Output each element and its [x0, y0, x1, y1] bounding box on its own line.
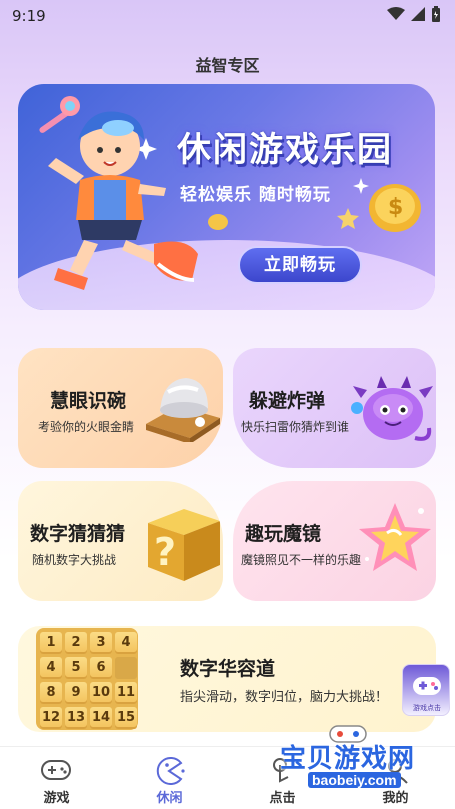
game-card-bomb[interactable]: 躲避炸弹 快乐扫雷你猜炸到谁 — [233, 348, 436, 468]
status-bar: 9:19 — [0, 0, 455, 36]
puzzle-tile: 13 — [65, 707, 87, 729]
puzzle-tile: 5 — [65, 657, 87, 679]
puzzle-tile: 10 — [90, 682, 112, 704]
tab-label: 游戏 — [43, 791, 70, 806]
puzzle-tile: 9 — [65, 682, 87, 704]
game-card-number-guess[interactable]: 数字猜猜猜 随机数字大挑战 ? — [18, 481, 223, 601]
svg-text:?: ? — [154, 530, 176, 574]
star-mirror-icon — [359, 503, 431, 571]
play-now-button[interactable]: 立即畅玩 — [238, 246, 362, 284]
signal-icon — [411, 7, 425, 21]
puzzle-tile: 4 — [40, 657, 62, 679]
tab-casual[interactable]: 休闲 — [113, 747, 226, 809]
puzzle-tile: 3 — [90, 632, 112, 654]
game-card-bowl[interactable]: 慧眼识碗 考验你的火眼金睛 — [18, 348, 223, 468]
card-subtitle: 指尖滑动，数字归位，脑力大挑战！ — [180, 690, 389, 705]
bowl-cup-icon — [146, 378, 220, 442]
puzzle-tile: 6 — [90, 657, 112, 679]
purple-monster-icon — [351, 376, 433, 441]
puzzle-tile: 2 — [65, 632, 87, 654]
card-title: 躲避炸弹 — [249, 390, 326, 412]
card-title: 数字猜猜猜 — [30, 523, 126, 545]
puzzle-tile: 1 — [40, 632, 62, 654]
card-subtitle: 魔镜照见不一样的乐趣 — [241, 553, 362, 567]
tab-games[interactable]: 游戏 — [0, 747, 113, 809]
number-puzzle-icon: 1 2 3 4 4 5 6 8 9 10 11 12 13 14 15 — [36, 628, 138, 730]
floating-widget-label: 游戏点击 — [413, 704, 441, 712]
card-title: 趣玩魔镜 — [245, 523, 322, 545]
banner-title: 休闲游戏乐园 — [177, 130, 393, 170]
card-title: 慧眼识碗 — [50, 390, 127, 412]
battery-icon — [432, 6, 440, 22]
watermark-text: 宝贝游戏网 — [280, 744, 416, 774]
status-time: 9:19 — [12, 7, 46, 25]
card-title: 数字华容道 — [180, 658, 276, 680]
puzzle-tile: 14 — [90, 707, 112, 729]
featured-card-klotski[interactable]: 1 2 3 4 4 5 6 8 9 10 11 12 13 14 15 数字华容道 指尖滑动，数字归位，脑力… — [18, 626, 436, 732]
svg-text:$: $ — [388, 195, 403, 220]
sparkle-icon — [353, 178, 369, 194]
puzzle-tile: 4 — [115, 632, 137, 654]
gamepad-icon — [41, 760, 71, 780]
card-subtitle: 考验你的火眼金睛 — [38, 420, 135, 434]
star-icon — [337, 208, 359, 229]
watermark: 宝贝游戏网 baobeiy.com — [280, 725, 448, 802]
wifi-icon — [387, 7, 405, 20]
status-icons — [387, 6, 441, 22]
puzzle-tile: 12 — [40, 707, 62, 729]
puzzle-tile: 8 — [40, 682, 62, 704]
question-box-icon: ? — [148, 509, 220, 581]
gamepad-icon — [413, 677, 441, 695]
card-subtitle: 随机数字大挑战 — [32, 553, 117, 567]
card-subtitle: 快乐扫雷你猜炸到谁 — [241, 420, 350, 434]
floating-game-widget[interactable]: 游戏点击 — [402, 664, 450, 716]
watermark-url: baobeiy.com — [308, 772, 401, 788]
game-card-magic-mirror[interactable]: 趣玩魔镜 魔镜照见不一样的乐趣 — [233, 481, 436, 601]
tab-label: 休闲 — [156, 791, 183, 806]
puzzle-tile: 15 — [115, 707, 137, 729]
pacman-icon — [156, 757, 185, 785]
page-title: 益智专区 — [195, 56, 260, 75]
puzzle-tile: 11 — [115, 682, 137, 704]
banner-subtitle: 轻松娱乐 随时畅玩 — [180, 185, 331, 205]
puzzle-empty-slot — [115, 657, 137, 679]
